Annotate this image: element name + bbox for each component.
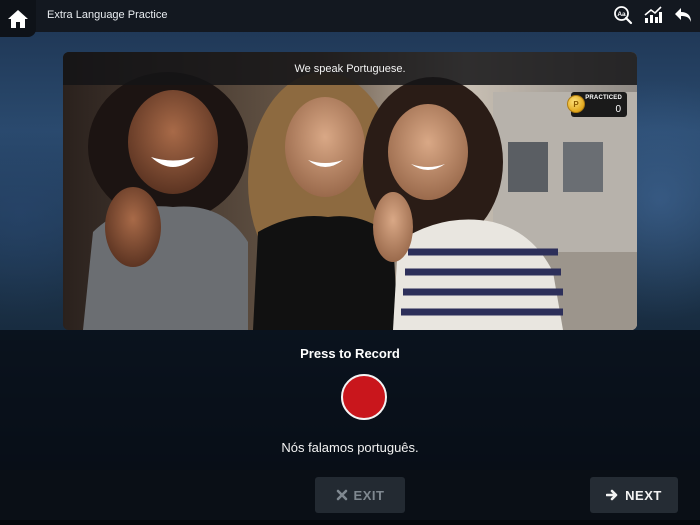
arrow-right-icon xyxy=(606,489,618,501)
lesson-photo xyxy=(63,52,637,330)
record-prompt: Press to Record xyxy=(300,346,400,361)
exit-label: EXIT xyxy=(353,487,385,503)
svg-text:Aa: Aa xyxy=(617,11,626,18)
back-arrow-icon xyxy=(675,8,691,22)
app-title: Extra Language Practice xyxy=(47,9,168,21)
practiced-counter: P PRACTICED 0 xyxy=(567,92,627,117)
top-bar: Extra Language Practice Aa xyxy=(0,0,700,37)
progress-chart-icon xyxy=(644,6,662,23)
next-label: NEXT xyxy=(625,487,662,503)
text-size-icon: Aa xyxy=(614,6,633,25)
card-caption: We speak Portuguese. xyxy=(63,52,637,85)
target-phrase: Nós falamos português. xyxy=(281,440,419,455)
toolbar: Aa xyxy=(612,4,694,26)
progress-button[interactable] xyxy=(642,4,664,26)
close-icon xyxy=(336,489,347,501)
bottom-edge xyxy=(0,520,700,525)
coin-icon: P xyxy=(567,95,585,113)
exit-button[interactable]: EXIT xyxy=(315,477,405,513)
back-button[interactable] xyxy=(672,4,694,26)
home-button[interactable] xyxy=(0,0,36,37)
home-icon xyxy=(8,9,28,28)
next-button[interactable]: NEXT xyxy=(590,477,678,513)
practiced-count: 0 xyxy=(615,104,621,115)
practiced-label: PRACTICED xyxy=(585,95,622,101)
text-size-button[interactable]: Aa xyxy=(612,4,634,26)
lesson-card: We speak Portuguese. P PRACTICED 0 xyxy=(63,52,637,330)
record-button[interactable] xyxy=(341,374,387,420)
